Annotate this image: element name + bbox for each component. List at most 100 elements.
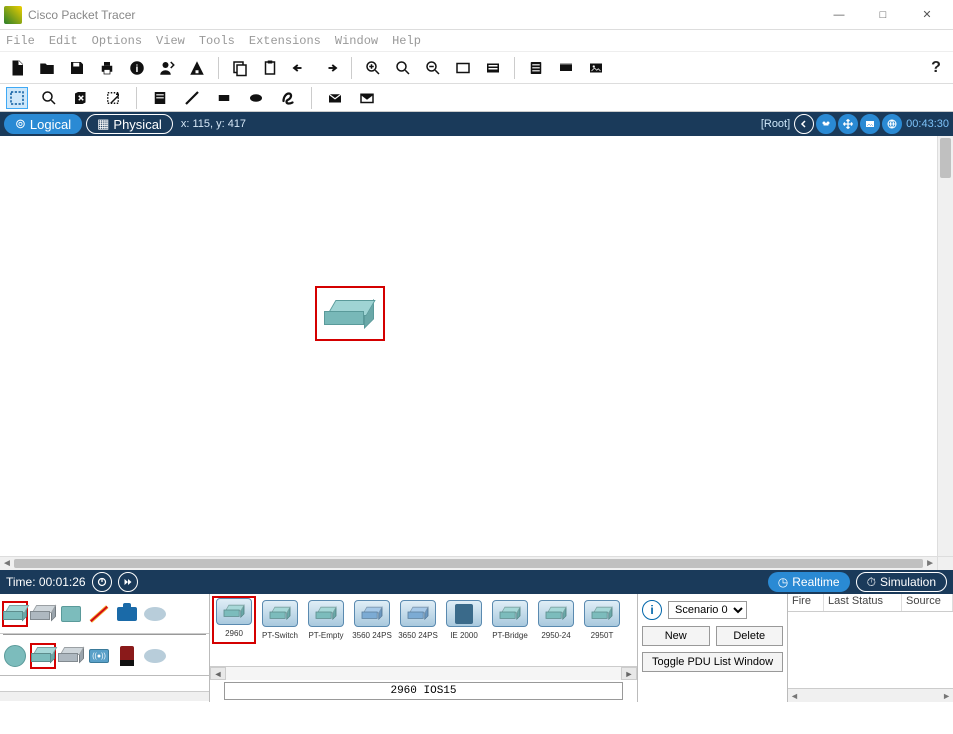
move-button-icon[interactable] (838, 114, 858, 134)
inspect-tool-icon[interactable] (38, 87, 60, 109)
scenario-select[interactable]: Scenario 0 (668, 601, 747, 619)
menu-tools[interactable]: Tools (199, 34, 235, 48)
pdu-list-panel: Fire Last Status Source ◄► (788, 594, 953, 702)
category-multiuser[interactable] (142, 601, 168, 627)
main-toolbar: i ? (0, 52, 953, 84)
window-controls: — □ ✕ (817, 1, 949, 29)
category-label (0, 675, 209, 691)
device-template-icon[interactable] (555, 57, 577, 79)
device-item-2960[interactable]: 2960 (212, 596, 256, 644)
physical-label: Physical (113, 117, 161, 132)
redo-icon[interactable] (319, 57, 341, 79)
subcategory-switches[interactable] (30, 643, 56, 669)
menu-extensions[interactable]: Extensions (249, 34, 321, 48)
menu-help[interactable]: Help (392, 34, 421, 48)
fast-forward-icon[interactable] (118, 572, 138, 592)
pdu-list-scrollbar[interactable]: ◄► (788, 688, 953, 702)
zoom-out-icon[interactable] (422, 57, 444, 79)
horizontal-scrollbar[interactable]: ◄► (0, 556, 937, 570)
category-connections[interactable] (86, 601, 112, 627)
menu-edit[interactable]: Edit (49, 34, 78, 48)
user-profile-icon[interactable] (156, 57, 178, 79)
set-background-icon[interactable] (860, 114, 880, 134)
zoom-in-icon[interactable] (362, 57, 384, 79)
device-item-2950t[interactable]: 2950T (580, 600, 624, 644)
realtime-tab[interactable]: ◷ Realtime (768, 572, 850, 592)
list-icon[interactable] (525, 57, 547, 79)
undo-icon[interactable] (289, 57, 311, 79)
place-note-icon[interactable] (149, 87, 171, 109)
device-picker-row: 2960 PT-Switch PT-Empty 3560 24PS 3650 2… (210, 594, 637, 644)
mouse-coords: x: 115, y: 417 (181, 118, 246, 130)
draw-rectangle-icon[interactable] (213, 87, 235, 109)
device-item-3650[interactable]: 3650 24PS (396, 600, 440, 644)
help-icon[interactable]: ? (925, 57, 947, 79)
category-network-devices[interactable] (2, 601, 28, 627)
secondary-toolbar (0, 84, 953, 112)
custom-devices-icon[interactable] (482, 57, 504, 79)
device-switch-selected[interactable] (315, 286, 385, 341)
subcategory-routers[interactable] (2, 643, 28, 669)
delete-scenario-button[interactable]: Delete (716, 626, 784, 646)
device-item-pt-bridge[interactable]: PT-Bridge (488, 600, 532, 644)
device-item-2950-24[interactable]: 2950-24 (534, 600, 578, 644)
subcategory-wireless[interactable]: ((●)) (86, 643, 112, 669)
subcategory-wan[interactable] (142, 643, 168, 669)
drawing-palette-icon[interactable] (452, 57, 474, 79)
toggle-pdu-list-button[interactable]: Toggle PDU List Window (642, 652, 783, 672)
paste-icon[interactable] (259, 57, 281, 79)
physical-tab[interactable]: ▦ Physical (86, 114, 173, 134)
save-icon[interactable] (66, 57, 88, 79)
add-simple-pdu-icon[interactable] (324, 87, 346, 109)
zoom-reset-icon[interactable] (392, 57, 414, 79)
back-button-icon[interactable] (794, 114, 814, 134)
pdu-col-fire[interactable]: Fire (788, 594, 824, 611)
physical-icon: ▦ (97, 116, 109, 132)
pdu-col-source[interactable]: Source (902, 594, 953, 611)
device-item-pt-empty[interactable]: PT-Empty (304, 600, 348, 644)
subcategory-hubs[interactable] (58, 643, 84, 669)
cluster-button-icon[interactable] (816, 114, 836, 134)
menu-window[interactable]: Window (335, 34, 378, 48)
category-scrollbar[interactable] (0, 691, 209, 701)
draw-line-icon[interactable] (181, 87, 203, 109)
pdu-col-last-status[interactable]: Last Status (824, 594, 902, 611)
device-item-ie2000[interactable]: IE 2000 (442, 600, 486, 644)
device-item-3560[interactable]: 3560 24PS (350, 600, 394, 644)
draw-ellipse-icon[interactable] (245, 87, 267, 109)
select-tool-icon[interactable] (6, 87, 28, 109)
new-scenario-button[interactable]: New (642, 626, 710, 646)
root-breadcrumb[interactable]: [Root] (761, 118, 790, 130)
power-cycle-icon[interactable] (92, 572, 112, 592)
activity-wizard-icon[interactable]: i (126, 57, 148, 79)
open-file-icon[interactable] (36, 57, 58, 79)
menu-view[interactable]: View (156, 34, 185, 48)
draw-freeform-icon[interactable] (277, 87, 299, 109)
menu-options[interactable]: Options (92, 34, 142, 48)
maximize-button[interactable]: □ (861, 1, 905, 29)
network-icon[interactable] (186, 57, 208, 79)
device-picker-scrollbar[interactable]: ◄► (210, 666, 637, 680)
resize-tool-icon[interactable] (102, 87, 124, 109)
category-components[interactable] (58, 601, 84, 627)
new-file-icon[interactable] (6, 57, 28, 79)
minimize-button[interactable]: — (817, 1, 861, 29)
workspace-canvas[interactable] (0, 136, 937, 556)
copy-icon[interactable] (229, 57, 251, 79)
vertical-scrollbar[interactable] (937, 136, 953, 556)
add-complex-pdu-icon[interactable] (356, 87, 378, 109)
delete-tool-icon[interactable] (70, 87, 92, 109)
info-icon[interactable]: i (642, 600, 662, 620)
image-icon[interactable] (585, 57, 607, 79)
print-icon[interactable] (96, 57, 118, 79)
menu-file[interactable]: File (6, 34, 35, 48)
subcategory-security[interactable] (114, 643, 140, 669)
close-button[interactable]: ✕ (905, 1, 949, 29)
category-end-devices[interactable] (30, 601, 56, 627)
device-item-pt-switch[interactable]: PT-Switch (258, 600, 302, 644)
simulation-tab[interactable]: ⏱ Simulation (856, 572, 947, 592)
category-miscellaneous[interactable] (114, 601, 140, 627)
viewport-icon[interactable] (882, 114, 902, 134)
device-category-row-1 (0, 594, 209, 634)
logical-tab[interactable]: ⊚ Logical (4, 114, 82, 134)
